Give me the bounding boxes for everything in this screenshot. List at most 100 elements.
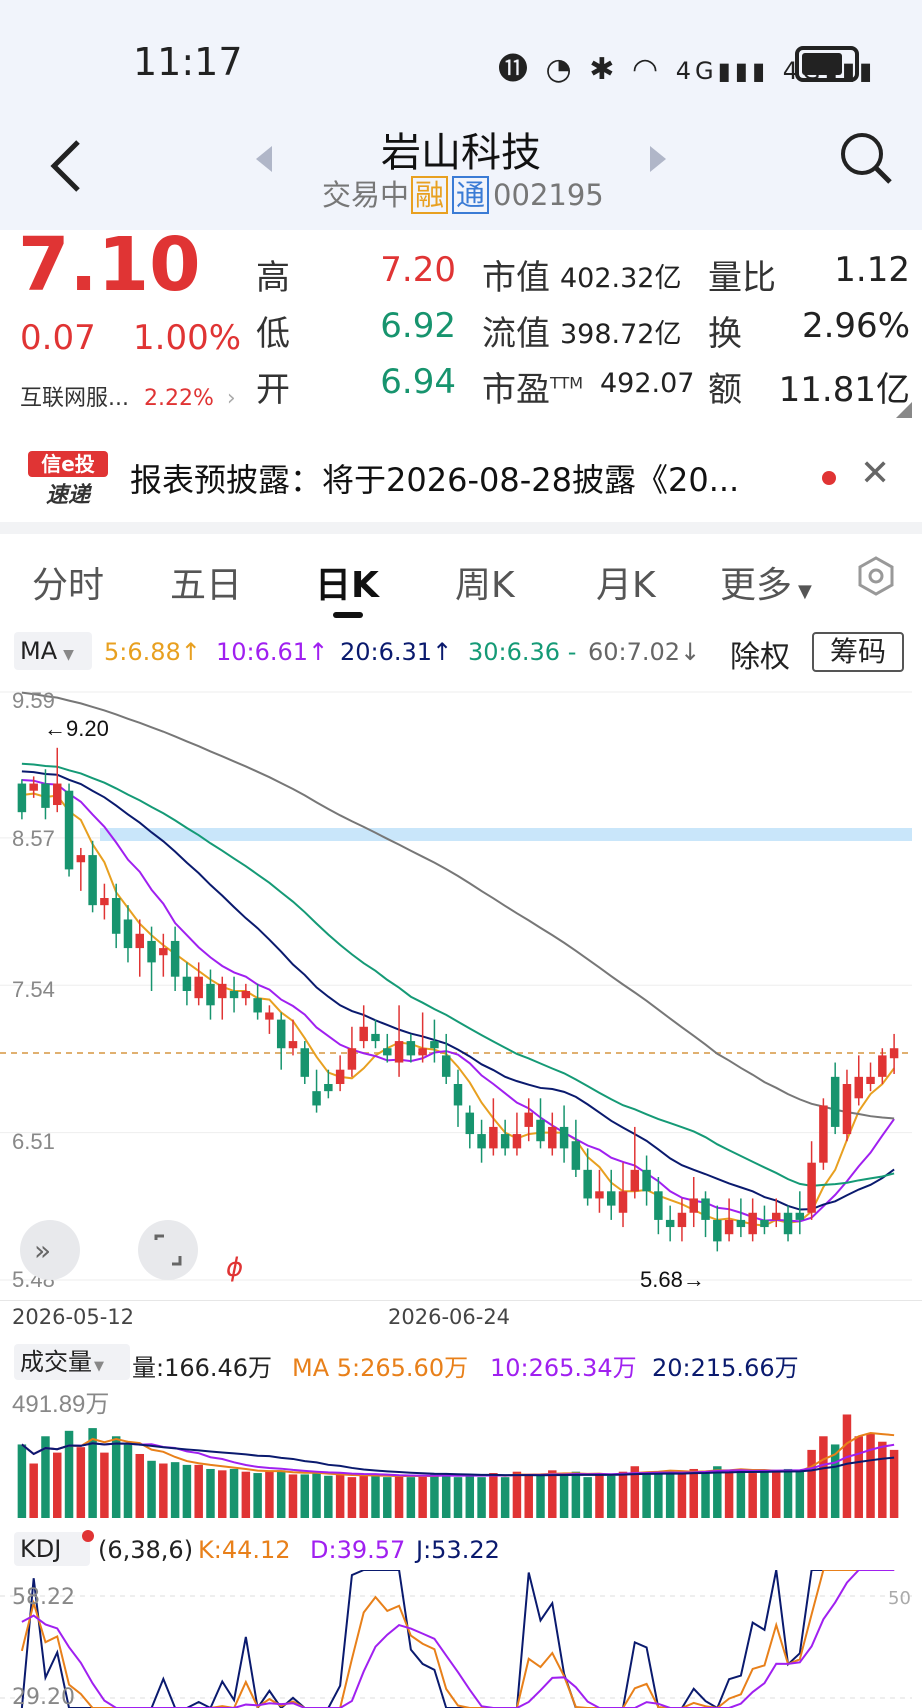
kline-grid (0, 691, 912, 1281)
tab-intraday[interactable]: 分时 (32, 556, 104, 608)
kdj-top-label: 58.22 (12, 1585, 75, 1610)
chip-button[interactable]: 筹码 (812, 632, 904, 672)
volume-bar-item (135, 1453, 145, 1518)
volume-bar-item (394, 1475, 404, 1518)
tab-five-day[interactable]: 五日 (170, 556, 242, 608)
ex-right-marker-icon: ɸ (226, 1253, 243, 1283)
volume-bar-item (453, 1477, 463, 1518)
caret-down-icon: ▼ (63, 647, 74, 663)
back-icon[interactable] (48, 138, 82, 194)
volume-bar-item (465, 1474, 475, 1518)
ma60-value: 60:7.02↓ (588, 638, 701, 666)
ma10-text: 10:6.61 (216, 638, 309, 666)
volume-bar-item (489, 1473, 498, 1518)
next-stock-icon[interactable] (648, 144, 668, 174)
y-axis-l4: 6.51 (12, 1129, 55, 1154)
wifi-icon: ◠ (631, 52, 663, 87)
candle-body (406, 1041, 416, 1056)
ma5-line (21, 792, 895, 1227)
trade-status: 交易中 (322, 178, 410, 212)
volume-bar-item (229, 1468, 239, 1518)
search-icon[interactable] (838, 130, 894, 186)
date-axis: 2026-05-12 2026-06-24 (0, 1300, 922, 1337)
volume-bar-item (548, 1470, 557, 1518)
candle-body (819, 1105, 828, 1163)
high-value: 7.20 (380, 250, 456, 290)
volume-value: 量:166.46万 (132, 1354, 273, 1382)
candle-body (477, 1134, 486, 1149)
pe-label: 市盈TTM (482, 362, 583, 411)
kdj-lines (20, 1570, 895, 1708)
fq-button[interactable]: 除权 (730, 632, 790, 676)
candle-body (359, 1026, 368, 1042)
signal-4g-icon: 4G▮▮▮ (675, 57, 770, 85)
news-banner[interactable]: 信e投 速递 报表预披露：将于2026-08-28披露《20... ✕ (0, 425, 922, 525)
kdj-dropdown[interactable]: KDJ (14, 1532, 90, 1566)
volume-bar: 成交量 ▼ 量:166.46万 MA 5:265.60万 10:265.34万 2… (0, 1340, 922, 1384)
turnover-value: 2.96% (801, 306, 910, 346)
volume-bar-item (618, 1471, 628, 1518)
settings-hex-icon[interactable] (856, 556, 896, 596)
volume-bar-item (371, 1474, 380, 1518)
volume-chart: 491.89万 (12, 1391, 899, 1518)
ma-dropdown[interactable]: MA ▼ (14, 632, 92, 670)
tab-daily-k[interactable]: 日K (315, 556, 379, 608)
candle-body (135, 933, 145, 949)
tab-more[interactable]: 更多 ▼ (720, 556, 812, 608)
candle-body (241, 991, 251, 999)
volume-bar-item (123, 1444, 133, 1518)
candle-body (665, 1219, 675, 1228)
tab-weekly-k[interactable]: 周K (455, 556, 515, 608)
candle-body (701, 1198, 710, 1220)
volume-bar-item (866, 1433, 875, 1518)
ma-bar: MA ▼ 5:6.88↑ 10:6.61↑ 20:6.31↑ 30:6.36 - … (0, 624, 922, 680)
candle-body (830, 1076, 840, 1127)
volume-bar-item (477, 1477, 486, 1518)
candles (17, 747, 899, 1252)
volume-bar-item (324, 1475, 333, 1518)
volume-bar-item (29, 1463, 38, 1518)
candle-body (324, 1084, 333, 1092)
candle-body (889, 1048, 899, 1059)
expand-arrows-button[interactable]: » (20, 1220, 80, 1280)
volume-bar-item (748, 1473, 757, 1518)
current-price: 7.10 (18, 222, 201, 308)
volume-bar-item (335, 1474, 345, 1518)
volume-bar-item (182, 1464, 192, 1518)
candle-body (536, 1119, 545, 1142)
candle-body (182, 976, 192, 992)
candle-body (654, 1191, 663, 1220)
candle-body (53, 783, 62, 806)
vr-value: 1.12 (834, 250, 910, 290)
candle-body (795, 1212, 805, 1220)
battery-icon (795, 46, 859, 82)
tab-monthly-k[interactable]: 月K (596, 556, 656, 608)
candle-body (783, 1212, 793, 1235)
sector-link[interactable]: 互联网服... 2.22% › (20, 380, 236, 412)
expand-corner-icon[interactable] (896, 402, 912, 418)
fullscreen-button[interactable] (138, 1220, 198, 1280)
rong-badge: 融 (411, 176, 449, 214)
news-logo: 信e投 速递 (28, 451, 108, 508)
y-axis-l3: 7.54 (12, 977, 55, 1002)
tab-active-indicator (333, 612, 363, 618)
prev-stock-icon[interactable] (254, 144, 274, 174)
kdj-d: D:39.57 (310, 1536, 406, 1564)
stock-code: 002195 (493, 178, 604, 212)
float-label: 流值 (482, 314, 550, 354)
volume-dropdown[interactable]: 成交量 ▼ (14, 1344, 130, 1380)
ma5-value: 5:6.88↑ (104, 638, 201, 666)
sector-pct: 2.22% (143, 386, 214, 411)
low-label: 低 (256, 314, 290, 354)
volume-bar-item (795, 1471, 805, 1518)
candle-body (159, 948, 168, 956)
candle-body (689, 1198, 698, 1213)
volume-bar-item (206, 1468, 215, 1518)
stock-header: 岩山科技 交易中融通 002195 (0, 120, 922, 230)
high-label: 高 (256, 258, 290, 298)
candle-body (300, 1048, 310, 1077)
y-axis-l2: 8.57 (12, 826, 55, 851)
close-icon[interactable]: ✕ (860, 453, 890, 494)
kline-chart[interactable]: 9.59 8.57 7.54 6.51 5.48 ←9.20 5.68→ » ɸ (0, 680, 922, 1310)
speed-icon: ◔ (545, 52, 576, 87)
